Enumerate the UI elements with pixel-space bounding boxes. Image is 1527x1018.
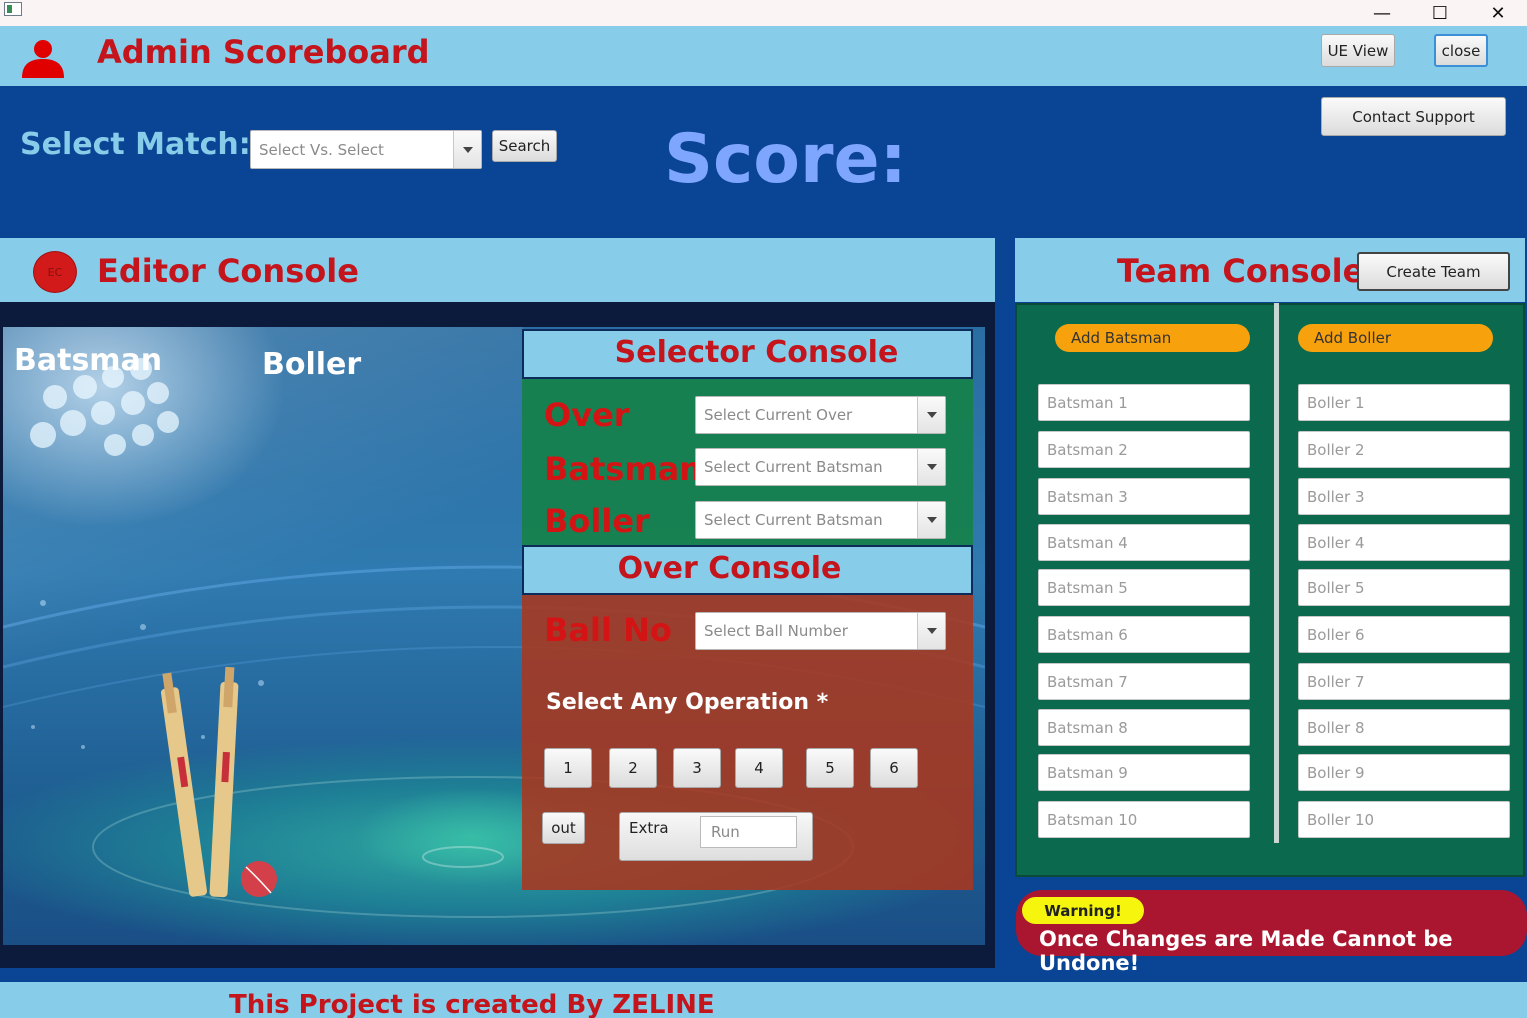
minimize-icon: — — [1373, 2, 1391, 24]
ball-no-label: Ball No — [544, 611, 672, 649]
boller-10-field[interactable]: Boller 10 — [1298, 801, 1510, 838]
chevron-down-icon[interactable] — [917, 449, 945, 485]
team-divider — [1274, 303, 1279, 843]
close-icon: ✕ — [1490, 2, 1506, 24]
run-6-button[interactable]: 6 — [870, 748, 918, 788]
close-button[interactable]: close — [1434, 34, 1488, 67]
batsman-3-field[interactable]: Batsman 3 — [1038, 478, 1250, 515]
boller-select-placeholder: Select Current Batsman — [704, 511, 883, 529]
chevron-down-icon[interactable] — [453, 131, 481, 168]
boller-4-field[interactable]: Boller 4 — [1298, 524, 1510, 561]
extra-run-input[interactable]: Run — [700, 816, 797, 848]
boller-display-label: Boller — [262, 347, 362, 382]
batsman-9-field[interactable]: Batsman 9 — [1038, 754, 1250, 791]
search-button[interactable]: Search — [492, 130, 557, 162]
editor-console-title: Editor Console — [97, 252, 359, 290]
over-select[interactable]: Select Current Over — [695, 396, 946, 434]
batsman-7-field[interactable]: Batsman 7 — [1038, 663, 1250, 700]
run-3-button[interactable]: 3 — [673, 748, 721, 788]
contact-support-button[interactable]: Contact Support — [1321, 97, 1506, 136]
batsman-4-field[interactable]: Batsman 4 — [1038, 524, 1250, 561]
extra-label: Extra — [629, 819, 669, 837]
boller-6-field[interactable]: Boller 6 — [1298, 616, 1510, 653]
over-label: Over — [544, 396, 630, 434]
maximize-icon: ☐ — [1431, 2, 1449, 24]
batsman-select-label: Batsman — [544, 450, 703, 488]
boller-2-field[interactable]: Boller 2 — [1298, 431, 1510, 468]
create-team-button[interactable]: Create Team — [1357, 252, 1510, 291]
boller-9-field[interactable]: Boller 9 — [1298, 754, 1510, 791]
batsman-1-field[interactable]: Batsman 1 — [1038, 384, 1250, 421]
batsman-5-field[interactable]: Batsman 5 — [1038, 569, 1250, 606]
footer-credit: This Project is created By ZELINE — [229, 990, 715, 1018]
chevron-down-icon[interactable] — [917, 502, 945, 538]
chevron-down-icon[interactable] — [917, 613, 945, 649]
team-console-title: Team Console — [1117, 252, 1365, 290]
window-titlebar — [0, 0, 1527, 26]
ball-number-placeholder: Select Ball Number — [704, 622, 848, 640]
selector-console-title: Selector Console — [614, 335, 899, 370]
warning-message: Once Changes are Made Cannot be Undone! — [1039, 927, 1453, 975]
boller-select[interactable]: Select Current Batsman — [695, 501, 946, 539]
match-select-placeholder: Select Vs. Select — [259, 140, 384, 159]
batsman-6-field[interactable]: Batsman 6 — [1038, 616, 1250, 653]
add-boller-button[interactable]: Add Boller — [1298, 324, 1493, 352]
add-batsman-button[interactable]: Add Batsman — [1055, 324, 1250, 352]
app-icon — [4, 2, 22, 16]
score-label: Score: — [664, 120, 907, 199]
boller-7-field[interactable]: Boller 7 — [1298, 663, 1510, 700]
chevron-down-icon[interactable] — [917, 397, 945, 433]
boller-select-label: Boller — [544, 502, 650, 540]
batsman-select[interactable]: Select Current Batsman — [695, 448, 946, 486]
app-title: Admin Scoreboard — [97, 33, 430, 71]
select-operation-label: Select Any Operation * — [546, 690, 829, 715]
run-4-button[interactable]: 4 — [735, 748, 783, 788]
out-button[interactable]: out — [542, 812, 585, 844]
boller-5-field[interactable]: Boller 5 — [1298, 569, 1510, 606]
boller-1-field[interactable]: Boller 1 — [1298, 384, 1510, 421]
window-close-button[interactable]: ✕ — [1469, 0, 1527, 26]
batsman-display-label: Batsman — [14, 343, 163, 378]
ball-number-select[interactable]: Select Ball Number — [695, 612, 946, 650]
batsman-2-field[interactable]: Batsman 2 — [1038, 431, 1250, 468]
warning-badge: Warning! — [1022, 897, 1144, 924]
user-icon — [22, 40, 64, 78]
match-select[interactable]: Select Vs. Select — [250, 130, 482, 169]
boller-8-field[interactable]: Boller 8 — [1298, 709, 1510, 746]
editor-console-badge: EC — [33, 251, 77, 293]
batsman-10-field[interactable]: Batsman 10 — [1038, 801, 1250, 838]
boller-3-field[interactable]: Boller 3 — [1298, 478, 1510, 515]
ue-view-button[interactable]: UE View — [1321, 34, 1395, 67]
run-2-button[interactable]: 2 — [609, 748, 657, 788]
maximize-button[interactable]: ☐ — [1411, 0, 1469, 26]
over-console-title: Over Console — [617, 551, 842, 586]
over-select-placeholder: Select Current Over — [704, 406, 853, 424]
minimize-button[interactable]: — — [1353, 0, 1411, 26]
batsman-8-field[interactable]: Batsman 8 — [1038, 709, 1250, 746]
run-1-button[interactable]: 1 — [544, 748, 592, 788]
select-match-label: Select Match: — [20, 127, 251, 162]
run-5-button[interactable]: 5 — [806, 748, 854, 788]
batsman-select-placeholder: Select Current Batsman — [704, 458, 883, 476]
